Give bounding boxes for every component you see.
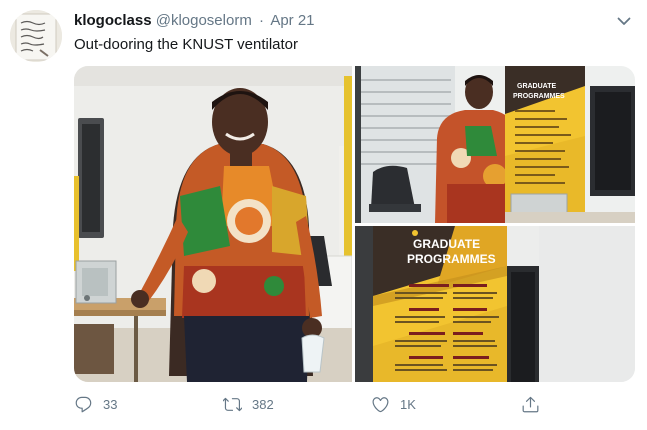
tweet[interactable]: klogoclass @klogoselorm · Apr 21 Out-doo… [0, 0, 647, 430]
banner-subtitle-small: PROGRAMMES [513, 93, 565, 100]
share-button[interactable] [521, 392, 550, 416]
banner-subtitle: PROGRAMMES [407, 252, 496, 266]
tweet-text: Out-dooring the KNUST ventilator [74, 36, 298, 53]
reply-icon [75, 396, 92, 412]
media-grid: GRADUATE PROGRAMMES GRADUATE PROGRAMMES [74, 66, 635, 382]
banner-title: GRADUATE [413, 237, 480, 251]
tweet-header: klogoclass @klogoselorm · Apr 21 [74, 11, 607, 31]
photo-man-with-banner[interactable]: GRADUATE PROGRAMMES [355, 66, 635, 223]
tweet-actions: 33 382 1K [74, 392, 554, 416]
separator-dot: · [258, 12, 264, 29]
photo-graduate-programmes-banner[interactable]: GRADUATE PROGRAMMES [355, 226, 635, 382]
like-icon [372, 396, 389, 412]
retweet-button[interactable]: 382 [223, 392, 274, 416]
display-name[interactable]: klogoclass [74, 12, 152, 29]
chevron-down-icon[interactable] [615, 12, 633, 30]
retweet-count: 382 [252, 396, 274, 412]
reply-count: 33 [103, 396, 118, 412]
avatar[interactable] [10, 10, 62, 62]
share-icon [522, 396, 539, 412]
banner-title-small: GRADUATE [517, 83, 556, 90]
user-handle[interactable]: @klogoselorm [156, 12, 252, 29]
reply-button[interactable]: 33 [74, 392, 117, 416]
tweet-date[interactable]: Apr 21 [270, 12, 314, 29]
photo-man-with-ventilator[interactable] [74, 66, 352, 382]
like-count: 1K [400, 396, 416, 412]
like-button[interactable]: 1K [371, 392, 416, 416]
retweet-icon [223, 397, 242, 411]
